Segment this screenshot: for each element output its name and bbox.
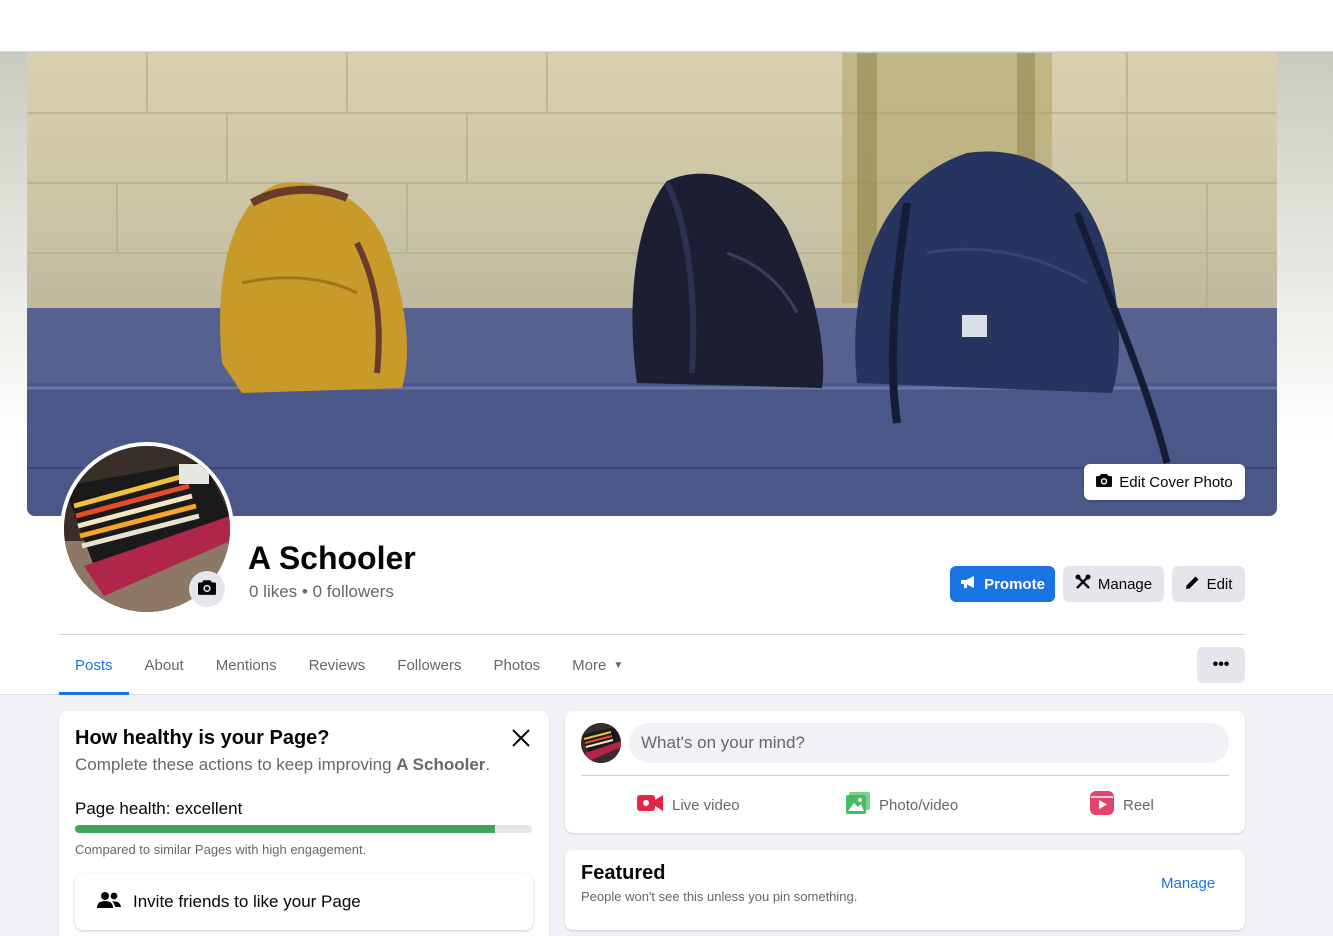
camera-icon <box>1096 473 1113 491</box>
tab-followers[interactable]: Followers <box>381 635 477 695</box>
edit-cover-photo-label: Edit Cover Photo <box>1119 473 1233 491</box>
promote-label: Promote <box>984 575 1045 593</box>
featured-card: Featured People won't see this unless yo… <box>565 850 1245 930</box>
page-health-subtitle: Complete these actions to keep improving… <box>75 755 490 775</box>
ellipsis-icon: ••• <box>1212 656 1230 673</box>
subtitle-text: Complete these actions to keep improving <box>75 755 392 774</box>
edit-label: Edit <box>1206 575 1233 593</box>
tab-more[interactable]: More ▼ <box>556 635 639 695</box>
tab-label: Reviews <box>308 656 366 674</box>
page-health-note: Compared to similar Pages with high enga… <box>75 842 367 857</box>
pencil-icon <box>1185 575 1200 594</box>
featured-manage-link[interactable]: Manage <box>1161 875 1215 892</box>
reel-label: Reel <box>1123 796 1154 814</box>
tab-label: Posts <box>75 656 113 674</box>
page-health-card: How healthy is your Page? Complete these… <box>59 711 549 936</box>
close-button[interactable] <box>509 726 533 750</box>
invite-friends-label: Invite friends to like your Page <box>133 892 361 911</box>
featured-subtitle: People won't see this unless you pin som… <box>581 889 858 904</box>
composer-divider <box>581 775 1229 776</box>
more-options-button[interactable]: ••• <box>1197 647 1245 683</box>
tab-label: About <box>144 656 184 674</box>
page-health-title: How healthy is your Page? <box>75 727 330 749</box>
tab-label: More <box>572 656 607 674</box>
edit-cover-photo-button[interactable]: Edit Cover Photo <box>1084 464 1245 500</box>
page-tabs: Posts About Mentions Reviews Followers P… <box>59 635 639 695</box>
close-icon <box>509 729 533 754</box>
photo-icon <box>846 792 870 818</box>
camera-icon <box>198 579 216 600</box>
tab-photos[interactable]: Photos <box>477 635 556 695</box>
composer-placeholder: What's on your mind? <box>641 733 805 752</box>
photo-video-button[interactable]: Photo/video <box>846 787 958 823</box>
megaphone-icon <box>960 575 977 593</box>
photo-video-label: Photo/video <box>879 796 959 814</box>
live-video-button[interactable]: Live video <box>637 787 740 823</box>
manage-button[interactable]: Manage <box>1063 566 1164 602</box>
featured-title: Featured <box>581 862 666 884</box>
update-profile-picture-button[interactable] <box>189 571 225 607</box>
post-composer: What's on your mind? Live video Photo/vi… <box>565 711 1245 833</box>
top-navigation-bar <box>0 0 1333 52</box>
manage-label: Manage <box>1097 575 1153 593</box>
tab-about[interactable]: About <box>129 635 200 695</box>
tab-label: Mentions <box>215 656 277 674</box>
tools-icon <box>1075 574 1091 594</box>
tab-label: Followers <box>397 656 462 674</box>
edit-button[interactable]: Edit <box>1172 566 1245 602</box>
people-icon <box>97 891 121 914</box>
tab-label: Photos <box>493 656 541 674</box>
tab-posts[interactable]: Posts <box>59 635 129 695</box>
health-progress-bar <box>75 825 532 833</box>
health-progress-fill <box>75 825 496 833</box>
subtitle-suffix: . <box>485 755 491 774</box>
live-video-label: Live video <box>672 796 740 814</box>
page-title: A Schooler <box>248 540 416 576</box>
cover-photo[interactable] <box>27 53 1277 516</box>
reel-icon <box>1090 791 1114 819</box>
promote-button[interactable]: Promote <box>950 566 1055 602</box>
page-health-status: Page health: excellent <box>75 799 243 818</box>
invite-friends-button[interactable]: Invite friends to like your Page <box>75 874 533 930</box>
subtitle-page-name: A Schooler <box>396 755 486 774</box>
whats-on-your-mind-input[interactable]: What's on your mind? <box>629 723 1229 763</box>
page-stats: 0 likes • 0 followers <box>249 582 394 601</box>
avatar[interactable] <box>581 723 621 763</box>
tab-reviews[interactable]: Reviews <box>293 635 382 695</box>
caret-down-icon: ▼ <box>613 659 624 671</box>
reel-button[interactable]: Reel <box>1090 787 1154 823</box>
tab-mentions[interactable]: Mentions <box>200 635 293 695</box>
video-camera-icon <box>637 794 663 816</box>
